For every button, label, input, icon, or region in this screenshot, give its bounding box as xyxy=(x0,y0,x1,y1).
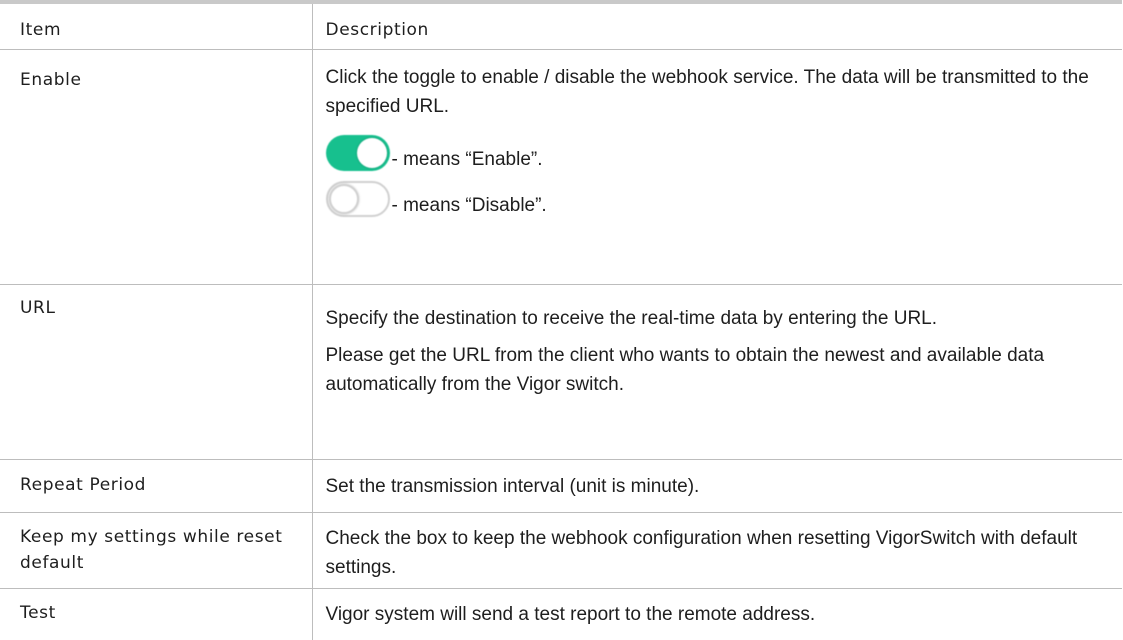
enable-description-text: Click the toggle to enable / disable the… xyxy=(326,63,1103,121)
row-description: Set the transmission interval (unit is m… xyxy=(312,460,1122,513)
table-row-keep-settings: Keep my settings while reset default Che… xyxy=(0,513,1122,589)
row-item-label: Repeat Period xyxy=(0,460,312,513)
toggle-off-caption: - means “Disable”. xyxy=(392,195,547,217)
row-item-label: URL xyxy=(0,285,312,460)
row-item-label: Test xyxy=(0,589,312,640)
row-description: Check the box to keep the webhook config… xyxy=(312,513,1122,589)
toggle-knob xyxy=(357,138,387,168)
settings-table: Item Description Enable Click the toggle… xyxy=(0,4,1122,640)
toggle-on-icon xyxy=(326,135,390,171)
toggle-example-enable: - means “Enable”. xyxy=(326,131,1103,171)
table-row-test: Test Vigor system will send a test repor… xyxy=(0,589,1122,640)
header-description: Description xyxy=(312,4,1122,50)
url-description-paragraph-1: Specify the destination to receive the r… xyxy=(326,304,1103,333)
row-item-label: Keep my settings while reset default xyxy=(0,513,312,589)
url-description-paragraph-2: Please get the URL from the client who w… xyxy=(326,341,1103,399)
table-row-repeat-period: Repeat Period Set the transmission inter… xyxy=(0,460,1122,513)
toggle-off-icon xyxy=(326,181,390,217)
table-header-row: Item Description xyxy=(0,4,1122,50)
row-description: Specify the destination to receive the r… xyxy=(312,285,1122,460)
header-item: Item xyxy=(0,4,312,50)
toggle-on-caption: - means “Enable”. xyxy=(392,149,543,171)
toggle-example-disable: - means “Disable”. xyxy=(326,177,1103,217)
row-item-label: Enable xyxy=(0,50,312,285)
table-row-enable: Enable Click the toggle to enable / disa… xyxy=(0,50,1122,285)
row-description: Click the toggle to enable / disable the… xyxy=(312,50,1122,285)
webhook-settings-table: Item Description Enable Click the toggle… xyxy=(0,0,1122,640)
table-row-url: URL Specify the destination to receive t… xyxy=(0,285,1122,460)
toggle-knob xyxy=(329,184,359,214)
row-description: Vigor system will send a test report to … xyxy=(312,589,1122,640)
